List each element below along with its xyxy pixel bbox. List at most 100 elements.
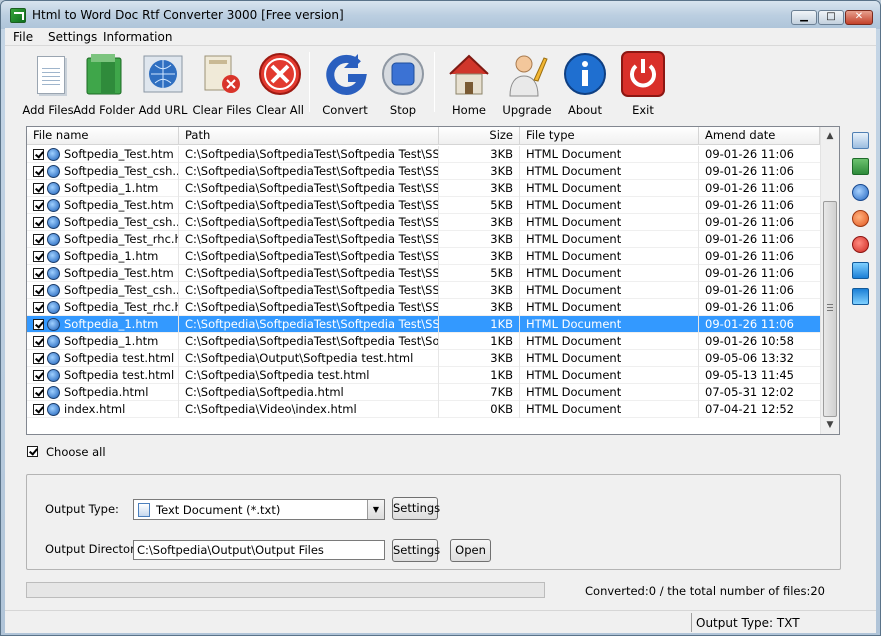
column-file-type[interactable]: File type (520, 127, 699, 145)
table-row[interactable]: Softpedia_1.htm C:\Softpedia\SoftpediaTes… (27, 316, 820, 333)
open-button[interactable]: Open (450, 539, 491, 562)
row-checkbox[interactable] (33, 387, 44, 398)
table-row[interactable]: Softpedia_1.htm C:\Softpedia\SoftpediaTes… (27, 248, 820, 265)
scroll-down-arrow-icon[interactable]: ▼ (821, 416, 839, 434)
table-row[interactable]: Softpedia_1.htm C:\Softpedia\SoftpediaTes… (27, 333, 820, 350)
output-directory-input[interactable]: C:\Softpedia\Output\Output Files (133, 540, 385, 560)
row-checkbox[interactable] (33, 370, 44, 381)
table-row[interactable]: Softpedia_Test.htm C:\Softpedia\Softpedia… (27, 146, 820, 163)
scroll-up-arrow-icon[interactable]: ▲ (821, 127, 839, 145)
html-file-icon (47, 301, 60, 314)
html-file-icon (47, 403, 60, 416)
table-row[interactable]: Softpedia_Test.htm C:\Softpedia\Softpedia… (27, 265, 820, 282)
html-file-icon (47, 233, 60, 246)
file-name-text: Softpedia_1.htm (64, 334, 159, 348)
clear-all-button[interactable]: Clear All (249, 50, 309, 118)
row-checkbox[interactable] (33, 336, 44, 347)
minimize-button[interactable]: ▁ (791, 10, 817, 25)
exit-button[interactable]: Exit (612, 50, 672, 118)
file-name-text: Softpedia test.html (64, 368, 175, 382)
clear-all-icon (257, 50, 303, 100)
row-checkbox[interactable] (33, 200, 44, 211)
table-row[interactable]: Softpedia_Test_rhc.h...C:\Softpedia\Soft… (27, 231, 820, 248)
file-name-text: Softpedia_Test.htm (64, 198, 174, 212)
toolbar: Add Files Add Folder Add URL Clear Files (5, 46, 876, 120)
output-directory-settings-button[interactable]: Settings (392, 539, 440, 562)
scrollbar-thumb[interactable] (823, 201, 837, 417)
maximize-button[interactable]: □ (818, 10, 844, 25)
file-name-cell: Softpedia_Test_rhc.h... (27, 231, 179, 248)
menu-settings[interactable]: Settings (48, 30, 97, 44)
file-name-cell: Softpedia_1.htm (27, 316, 179, 333)
table-row[interactable]: index.html C:\Softpedia\Video\index.html 0… (27, 401, 820, 418)
info-icon (562, 50, 608, 100)
list-view-icon[interactable] (852, 132, 869, 149)
table-row[interactable]: Softpedia test.html C:\Softpedia\Output\S… (27, 350, 820, 367)
row-checkbox[interactable] (33, 166, 44, 177)
row-checkbox[interactable] (33, 183, 44, 194)
row-checkbox[interactable] (33, 285, 44, 296)
title-bar[interactable]: Html to Word Doc Rtf Converter 3000 [Fre… (1, 1, 880, 29)
row-checkbox[interactable] (33, 234, 44, 245)
add-folder-button[interactable]: Add Folder (73, 50, 135, 118)
output-type-select[interactable]: Text Document (*.txt) ▼ (133, 499, 385, 520)
table-row[interactable]: Softpedia_Test_csh.... C:\Softpedia\Softp… (27, 163, 820, 180)
amend-date-cell: 07-05-31 12:02 (705, 385, 794, 399)
clear-small-icon[interactable] (852, 236, 869, 253)
about-button[interactable]: About (554, 50, 614, 118)
file-list[interactable]: File name Path Size File type Amend date… (26, 126, 840, 435)
column-file-name[interactable]: File name (27, 127, 179, 145)
file-type-cell: HTML Document (520, 146, 699, 163)
vertical-scrollbar[interactable]: ▲ ▼ (820, 127, 839, 434)
column-amend-date[interactable]: Amend date (699, 127, 820, 145)
row-checkbox[interactable] (33, 319, 44, 330)
home-button[interactable]: Home (438, 50, 498, 118)
progress-bar (26, 582, 545, 598)
table-row[interactable]: Softpedia_1.htm C:\Softpedia\SoftpediaTes… (27, 180, 820, 197)
row-checkbox[interactable] (33, 149, 44, 160)
path-cell: C:\Softpedia\SoftpediaTest\Softpedia Tes… (179, 180, 439, 197)
column-size[interactable]: Size (439, 127, 520, 145)
globe-small-icon[interactable] (852, 184, 869, 201)
file-name-cell: Softpedia_Test_csh.... (27, 282, 179, 299)
table-row[interactable]: Softpedia_Test.htm C:\Softpedia\Softpedia… (27, 197, 820, 214)
move-up-icon[interactable] (852, 262, 869, 279)
close-button[interactable]: ✕ (845, 10, 873, 25)
output-type-settings-button[interactable]: Settings (392, 497, 440, 520)
move-down-icon[interactable] (852, 288, 869, 305)
table-row[interactable]: Softpedia_Test_csh.... C:\Softpedia\Softp… (27, 282, 820, 299)
row-checkbox[interactable] (33, 251, 44, 262)
convert-button[interactable]: Convert (314, 50, 374, 118)
upgrade-button[interactable]: Upgrade (496, 50, 556, 118)
file-type-cell: HTML Document (520, 282, 699, 299)
row-checkbox[interactable] (33, 353, 44, 364)
html-file-icon (47, 182, 60, 195)
size-cell: 3KB (439, 299, 520, 316)
row-checkbox[interactable] (33, 268, 44, 279)
menu-file[interactable]: File (13, 30, 33, 44)
table-row[interactable]: Softpedia_Test_rhc.h...C:\Softpedia\Soft… (27, 299, 820, 316)
table-row[interactable]: Softpedia.html C:\Softpedia\Softpedia.htm… (27, 384, 820, 401)
checkbox-icon[interactable] (27, 446, 38, 457)
row-checkbox[interactable] (33, 217, 44, 228)
column-path[interactable]: Path (179, 127, 439, 145)
window-title: Html to Word Doc Rtf Converter 3000 [Fre… (32, 8, 344, 22)
file-type-cell: HTML Document (520, 316, 699, 333)
table-row[interactable]: Softpedia_Test_csh.... C:\Softpedia\Softp… (27, 214, 820, 231)
menu-information[interactable]: Information (103, 30, 172, 44)
stop-button[interactable]: Stop (372, 50, 432, 118)
add-url-button[interactable]: Add URL (132, 50, 192, 118)
row-checkbox[interactable] (33, 302, 44, 313)
table-row[interactable]: Softpedia test.html C:\Softpedia\Softpedi… (27, 367, 820, 384)
row-checkbox[interactable] (33, 404, 44, 415)
remove-icon[interactable] (852, 210, 869, 227)
clear-files-button[interactable]: Clear Files (191, 50, 251, 118)
file-name-cell: Softpedia_Test_csh.... (27, 163, 179, 180)
add-folder-small-icon[interactable] (852, 158, 869, 175)
path-cell: C:\Softpedia\SoftpediaTest\Softpedia Tes… (179, 316, 439, 333)
chevron-down-icon[interactable]: ▼ (367, 500, 384, 519)
clear-files-icon (199, 50, 245, 100)
file-name-text: Softpedia_Test_csh.... (64, 215, 179, 229)
amend-date-cell: 07-04-21 12:52 (705, 402, 794, 416)
file-name-cell: Softpedia test.html (27, 350, 179, 367)
